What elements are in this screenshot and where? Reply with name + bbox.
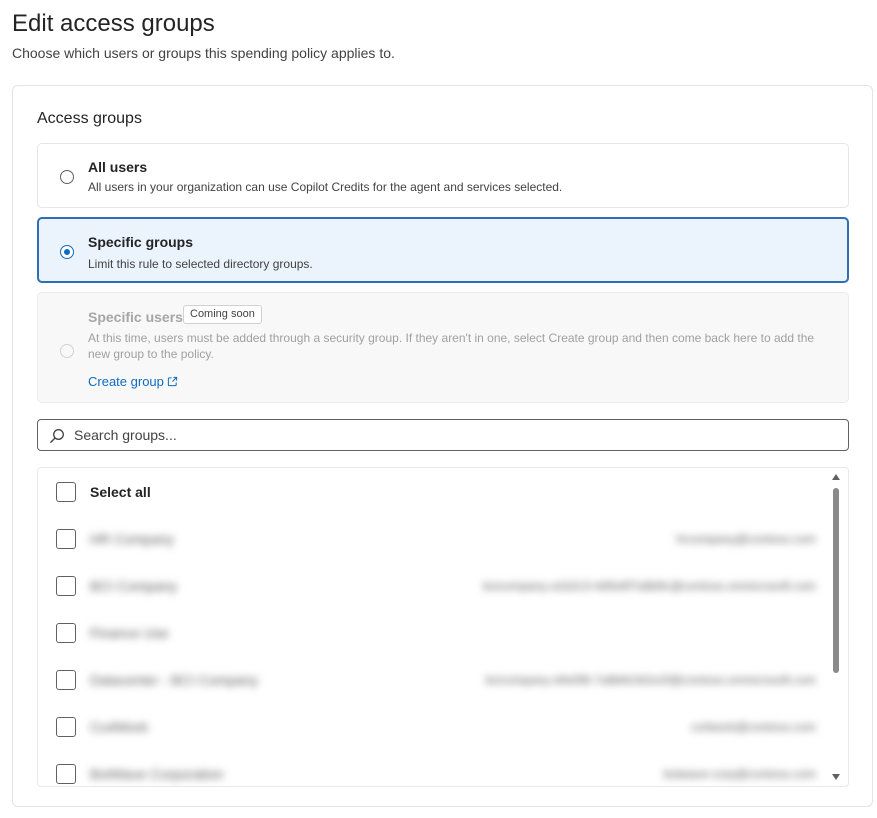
open-external-icon [167, 375, 178, 391]
search-icon [49, 428, 65, 449]
table-row[interactable]: Finance Use [38, 609, 828, 655]
coming-soon-badge: Coming soon [183, 305, 262, 324]
select-all-label: Select all [90, 484, 151, 500]
row-group-name: BCI Company [90, 578, 178, 594]
option-specific-users: Specific users Coming soon At this time,… [37, 292, 849, 403]
row-checkbox[interactable] [56, 623, 76, 643]
scroll-thumb[interactable] [833, 488, 839, 673]
create-group-link[interactable]: Create group [88, 374, 178, 391]
table-row[interactable]: BotWave Corporation botwave-corp@contoso… [38, 750, 828, 786]
access-groups-card: Access groups All users All users in you… [12, 85, 873, 807]
search-input[interactable] [74, 425, 834, 445]
row-group-name: Co4Work [90, 719, 149, 735]
scroll-up-arrow-icon[interactable] [832, 474, 840, 480]
search-box[interactable] [37, 419, 849, 451]
table-row[interactable]: HR Company hrcompany@contoso.com [38, 515, 828, 561]
group-list: Select all HR Company hrcompany@contoso.… [37, 467, 849, 787]
scroll-down-arrow-icon[interactable] [832, 774, 840, 780]
page-subtitle: Choose which users or groups this spendi… [12, 45, 395, 61]
table-row[interactable]: Co4Work co4work@contoso.com [38, 703, 828, 749]
table-row[interactable]: BCI Company bcicompany-a1b2c3-4d5e6f7a8b… [38, 562, 828, 608]
select-all-checkbox[interactable] [56, 482, 76, 502]
row-group-email: botwave-corp@contoso.com [663, 767, 816, 781]
list-scrollbar[interactable] [826, 468, 848, 786]
option-specific-groups[interactable]: Specific groups Limit this rule to selec… [37, 217, 849, 283]
all-users-title: All users [88, 159, 148, 175]
page-title: Edit access groups [12, 10, 215, 37]
row-group-email: co4work@contoso.com [691, 720, 816, 734]
row-group-name: HR Company [90, 531, 175, 547]
row-group-email: hrcompany@contoso.com [676, 532, 816, 546]
row-checkbox[interactable] [56, 670, 76, 690]
specific-groups-title: Specific groups [88, 234, 194, 250]
row-group-name: Datacenter - BCI Company [90, 672, 259, 688]
specific-users-radio [60, 344, 74, 358]
all-users-radio[interactable] [60, 170, 74, 184]
row-checkbox[interactable] [56, 764, 76, 784]
row-checkbox[interactable] [56, 529, 76, 549]
specific-users-description: At this time, users must be added throug… [88, 331, 815, 361]
row-group-name: Finance Use [90, 625, 169, 641]
row-group-email: bcicompany-a1b2c3-4d5e6f7a8b9c@contoso.o… [482, 579, 816, 593]
create-group-label: Create group [88, 374, 164, 389]
row-group-name: BotWave Corporation [90, 766, 224, 782]
section-title: Access groups [37, 110, 142, 127]
select-all-row[interactable]: Select all [38, 468, 828, 514]
all-users-description: All users in your organization can use C… [88, 180, 563, 194]
row-group-email: bcicompany-d4e5f6-7a8b9c0d1e2f@contoso.o… [485, 673, 816, 687]
row-checkbox[interactable] [56, 717, 76, 737]
specific-users-title: Specific users [88, 309, 183, 325]
table-row[interactable]: Datacenter - BCI Company bcicompany-d4e5… [38, 656, 828, 702]
specific-groups-radio[interactable] [60, 245, 74, 259]
row-checkbox[interactable] [56, 576, 76, 596]
option-all-users[interactable]: All users All users in your organization… [37, 143, 849, 208]
specific-groups-description: Limit this rule to selected directory gr… [88, 257, 313, 271]
